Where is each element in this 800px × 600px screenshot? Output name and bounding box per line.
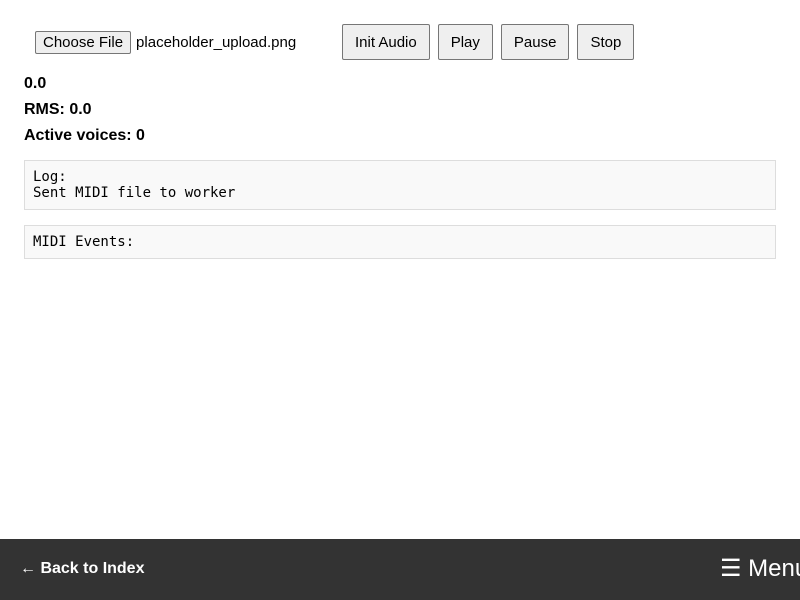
page: Choose File placeholder_upload.png Init … bbox=[0, 0, 800, 600]
file-input[interactable]: Choose File placeholder_upload.png bbox=[35, 30, 342, 54]
toolbar: Choose File placeholder_upload.png Init … bbox=[24, 24, 642, 60]
selected-file-name: placeholder_upload.png bbox=[136, 33, 297, 51]
midi-events-panel: MIDI Events: bbox=[24, 225, 776, 259]
stop-button[interactable]: Stop bbox=[577, 24, 635, 60]
init-audio-button[interactable]: Init Audio bbox=[342, 24, 430, 60]
choose-file-button[interactable]: Choose File bbox=[35, 30, 132, 54]
log-panel: Log: Sent MIDI file to worker bbox=[24, 160, 776, 210]
pause-button[interactable]: Pause bbox=[500, 24, 570, 60]
rms-readout: RMS: 0.0 bbox=[24, 101, 92, 118]
active-voices-readout: Active voices: 0 bbox=[24, 127, 145, 144]
footer-bar: ← Back to Index ☰ Menu bbox=[0, 539, 800, 600]
menu-button[interactable]: ☰ Menu bbox=[720, 555, 800, 583]
level-readout: 0.0 bbox=[24, 75, 47, 92]
back-to-index-link[interactable]: ← Back to Index bbox=[20, 559, 144, 579]
play-button[interactable]: Play bbox=[437, 24, 493, 60]
